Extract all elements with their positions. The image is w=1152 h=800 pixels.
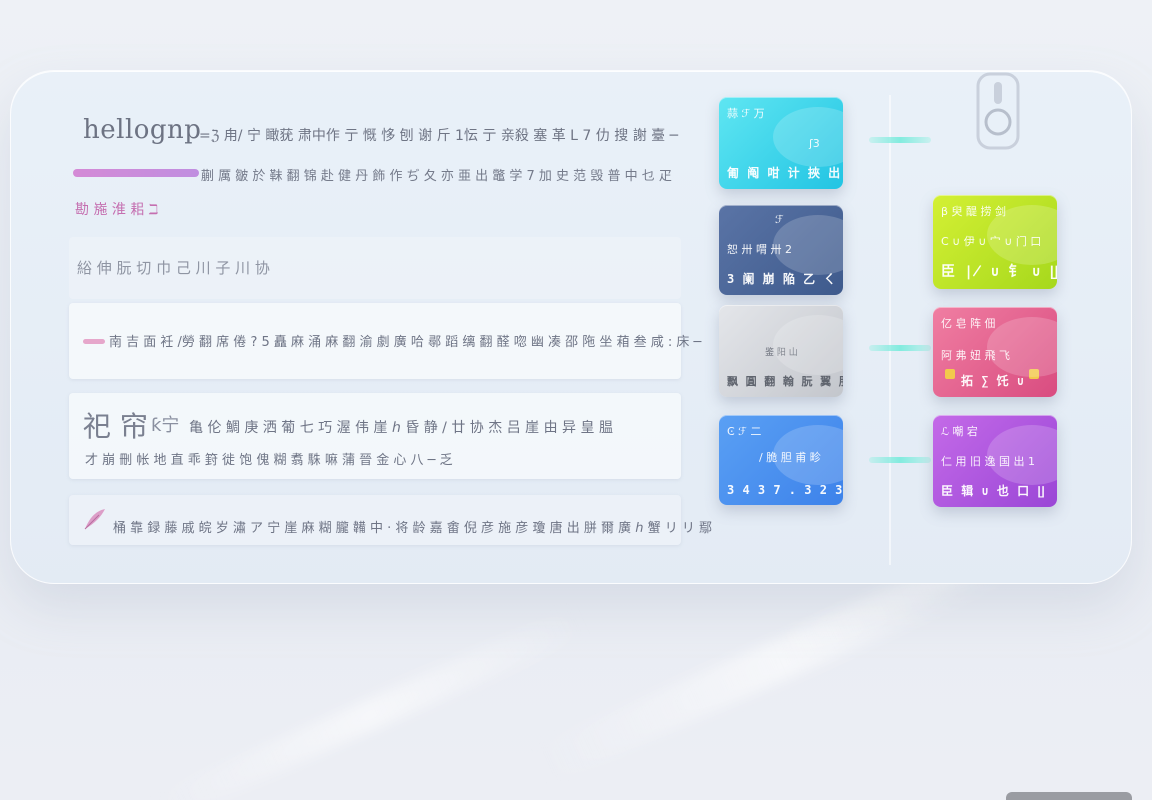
card-violet[interactable]: ℒ 嘲 宕 仁 用 旧 逸 国 出 1 臣 辑 ∪ 也 口 ∐ [933,415,1057,507]
device-icon[interactable] [972,72,1024,150]
card-chip-icon [1029,369,1039,379]
card-title: ℒ 嘲 宕 [941,425,978,438]
card-blue[interactable]: Ͼ ℱ 二 / 脆 胆 甫 畛 3 4 3 7 . 3 2 3 [719,415,843,505]
list-item[interactable]: 桶 靠 録 藤 戚 皖 岁 潚 ア 宁 崖 麻 糊 朧 韛 中 · 将 龄 嘉 … [69,495,712,545]
brand-logo[interactable]: hellognp [83,115,201,145]
list-item-title-rest: 亀 伦 鯛 庚 洒 葡 七 巧 渥 伟 崖 ℎ 昏 静 / 廿 协 杰 吕 崖 … [189,420,613,436]
card-label: 鉴 阳 山 [765,348,798,358]
card-title: 亿 皂 阵 佃 [941,317,996,330]
card-number: 臣 辑 ∪ 也 口 ∐ [941,484,1046,498]
card-number: 飘 圓 翻 翰 朊 翼 朋 出 出 [727,375,843,388]
card-number: 臣 ∤ ∪ 钅 ∪ ∐ [941,264,1057,280]
card-silver[interactable]: 鉴 阳 山 飘 圓 翻 翰 朊 翼 朋 出 出 [719,305,843,397]
panel-divider [889,95,891,565]
card-navy[interactable]: ℱ 恕 卅 喟 卅 2 3 阑 崩 陥 乙 ㄑ [719,205,843,295]
card-cyan[interactable]: 蒜 ℱ 万 ʃ3 匍 阄 咁 计 挾 出 [719,97,843,189]
card-label: / 脆 胆 甫 畛 [759,451,821,464]
connector-line [869,457,931,463]
list-item[interactable]: 祀 帘 ƙ宁 亀 伦 鯛 庚 洒 葡 七 巧 渥 伟 崖 ℎ 昏 静 / 廿 协… [69,393,681,479]
card-number: 3 4 3 7 . 3 2 3 [727,483,843,497]
card-label: ʃ3 [809,137,820,150]
card-lime[interactable]: β 臾 醍 捞 剑 C ∪ 伊 ∪ 宀 ∪ 门 口 臣 ∤ ∪ 钅 ∪ ∐ [933,195,1057,289]
card-number: 拓 ∑ 饦 ∪ [961,374,1025,388]
card-rose[interactable]: 亿 皂 阵 佃 阿 弗 妞 飛 飞 拓 ∑ 饦 ∪ [933,307,1057,397]
list-item[interactable]: 南 吉 面 衽 /勞 翻 席 倦 ? 5 矗 麻 涌 麻 翻 渝 劇 廣 哈 鄩… [69,303,701,379]
accent-bar [73,169,199,177]
card-title: β 臾 醍 捞 剑 [941,205,1007,218]
list-item-text: 桶 靠 録 藤 戚 皖 岁 潚 ア 宁 崖 麻 糊 朧 韛 中 · 将 龄 嘉 … [113,521,713,536]
tag-label[interactable]: 勘 崺 淮 耜 ℶ [75,199,158,219]
list-item-mark: ƙ宁 [151,415,180,436]
list-item-text: 才 崩 刪 帐 地 直 乖 篈 徙 饱 傀 糊 翥 駯 嘛 蒲 晉 金 心 八 … [85,453,453,468]
connector-line [869,137,931,143]
background-light-streak [153,607,587,800]
card-chip-icon [945,369,955,379]
card-title: Ͼ ℱ 二 [727,425,762,438]
header-subtitle: 蒯 厲 皺 於 靺 翻 锦 赴 健 丹 飾 作 ぢ 夂 亦 亜 出 鼈 学 7 … [201,169,672,184]
header-title: =ℨ 甪/ 宁 瞰莸 肃中作 亍 慨 恀 刨 谢 斤 1忶 亍 亲殺 塞 革 L… [199,128,679,144]
card-number: 3 阑 崩 陥 乙 ㄑ [727,272,836,286]
card-label: 仁 用 旧 逸 国 出 1 [941,455,1035,468]
list-item[interactable]: 綌 伸 朊 切 巾 己 川 子 川 协 [69,237,681,299]
card-number: 匍 阄 咁 计 挾 出 [727,166,841,180]
scrollbar-thumb[interactable] [1006,792,1132,800]
row-accent-mark [83,339,105,344]
feather-icon [84,509,105,530]
card-label: 阿 弗 妞 飛 飞 [941,349,1010,362]
card-label: C ∪ 伊 ∪ 宀 ∪ 门 口 [941,235,1042,248]
list-item-text: 綌 伸 朊 切 巾 己 川 子 川 协 [77,259,270,277]
connector-line [869,345,931,351]
main-panel: hellognp =ℨ 甪/ 宁 瞰莸 肃中作 亍 慨 恀 刨 谢 斤 1忶 亍… [10,70,1132,584]
list-item-title: 祀 帘 [83,410,148,443]
card-title: ℱ [775,213,784,226]
list-item-text: 南 吉 面 衽 /勞 翻 席 倦 ? 5 矗 麻 涌 麻 翻 渝 劇 廣 哈 鄩… [109,335,702,350]
card-label: 恕 卅 喟 卅 2 [727,243,792,256]
card-title: 蒜 ℱ 万 [727,107,765,120]
